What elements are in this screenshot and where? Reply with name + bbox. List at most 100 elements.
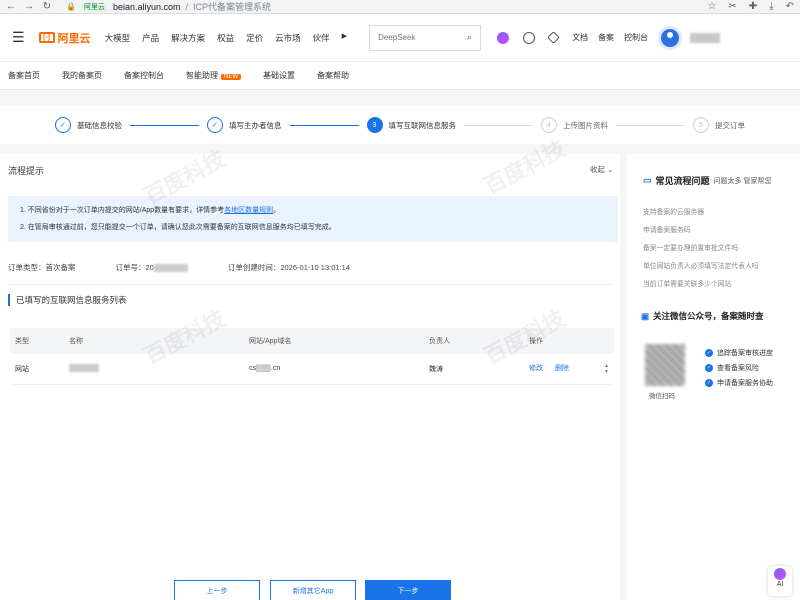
nav-item[interactable]: 定价 [246,32,263,44]
subnav-console[interactable]: 备案控制台 [124,70,164,81]
follow-title: 关注微信公众号，备案随时查 [653,311,764,321]
subnav-assistant-label: 智能助理 [186,71,218,80]
site-tag: 阿里云 [80,1,108,12]
star-icon[interactable]: ☆ [707,1,716,12]
faq-title: 常见流程问题 [655,176,710,186]
docs-link[interactable]: 文档 [572,32,588,43]
order-number: 订单号：20 [116,262,188,273]
faq-item[interactable]: 支持备案的云服务器 [643,204,798,222]
region-rules-link[interactable]: 各地区数量规则 [224,207,273,214]
nav-item[interactable]: 伙伴 [313,32,330,44]
search-icon[interactable]: ⌕ [467,32,472,43]
lock-icon: 🔒 [66,2,76,11]
faq-item[interactable]: 单位网站负责人必须填写法定代表人吗 [643,258,798,276]
notice-text: 。 [273,207,281,214]
ai-assistant-button[interactable]: AI [768,566,792,596]
cell-actions: 修改 删除 ▲ ▼ [524,354,614,385]
cell-name [64,354,244,385]
faq-list: 支持备案的云服务器 申请备案服务码 备案一定要办理前置审批文件吗 单位网站负责人… [643,204,798,294]
step-label: 基础信息校验 [77,120,122,130]
divider [8,284,612,285]
new-badge: NEW [221,74,241,80]
nav-item[interactable]: 权益 [217,32,234,44]
progress-steps: ✓ 基础信息校验 ✓ 填写主办者信息 3 填写互联网信息服务 4 上传图片资料 … [0,106,800,144]
forward-icon[interactable]: → [24,1,34,12]
order-meta: 订单类型：首次备案 订单号：20 订单创建时间：2026-01-10 13:01… [8,262,390,273]
subnav-assistant[interactable]: 智能助理 NEW [186,70,241,81]
add-app-button[interactable]: 新增其它App [270,580,356,600]
nav-more-icon[interactable]: ▶ [342,32,347,44]
ai-assistant-icon[interactable] [497,31,510,44]
notice-text: 1. 不同省份对于一次订单内提交的网站/App数量有要求，详情参考 [20,207,225,214]
scroll-arrows-icon[interactable]: ▲ ▼ [604,363,609,375]
address-bar[interactable]: 🔒 阿里云 beian.aliyun.com / ICP代备案管理系统 [66,0,271,13]
table-header-row: 类型 名称 网站/App域名 负责人 操作 [10,328,614,354]
nav-item[interactable]: 产品 [142,32,159,44]
benefit-item: ✓ 申请备案服务协助 [705,376,773,391]
prev-button[interactable]: 上一步 [174,580,260,600]
search-box: ⌕ [369,24,482,51]
support-icon[interactable] [523,31,536,44]
faq-item[interactable]: 当前订单需要关联多少个网站 [643,276,798,294]
step-connector [464,124,533,126]
services-title: 已填写的互联网信息服务列表 [8,294,127,306]
subnav-home[interactable]: 备案首页 [8,70,40,81]
order-type: 订单类型：首次备案 [8,263,76,272]
col-owner: 负责人 [424,328,524,354]
back-icon[interactable]: ← [6,1,16,12]
faq-item[interactable]: 备案一定要办理前置审批文件吗 [643,240,798,258]
step-1: ✓ 基础信息校验 [55,117,122,133]
aliyun-logo[interactable]: [-] 阿里云 [38,30,91,46]
name-redacted [69,363,99,372]
top-icons [497,31,560,44]
cell-type: 网站 [10,354,64,385]
undo-icon[interactable]: ↶ [786,1,794,12]
collapse-toggle[interactable]: 收起 ⌄ [590,164,613,175]
nav-item[interactable]: 大模型 [105,32,131,44]
edit-button[interactable]: 修改 [529,365,543,372]
check-icon: ✓ [705,364,713,373]
order-number-label: 订单号：20 [115,263,154,272]
cell-owner: 魏涛 [424,354,524,385]
step-label: 填写互联网信息服务 [388,120,457,130]
subnav-my-beian[interactable]: 我的备案页 [62,70,102,81]
order-time: 订单创建时间：2026-01-10 13:01:14 [227,263,350,272]
subnav-help[interactable]: 备案帮助 [317,70,349,81]
next-button[interactable]: 下一步 [365,580,451,600]
chat-icon: ▭ [643,175,652,185]
subnav-settings[interactable]: 基础设置 [263,70,295,81]
url-host: beian.aliyun.com [112,1,181,12]
table-row: 网站 cs▒▒▒.cn 魏涛 修改 删除 ▲ ▼ [10,354,614,385]
console-link[interactable]: 控制台 [624,32,648,43]
puzzle-icon[interactable]: ✚ [749,1,757,12]
download-icon[interactable]: ⤓ [769,1,773,12]
beian-link[interactable]: 备案 [598,32,614,43]
main-panel: 流程提示 收起 ⌄ 1. 不同省份对于一次订单内提交的网站/App数量有要求，详… [0,154,620,600]
sub-nav: 备案首页 我的备案页 备案控制台 智能助理 NEW 基础设置 备案帮助 [0,62,800,90]
logo-text: 阿里云 [57,32,91,45]
benefit-item: ✓ 追踪备案审核进度 [705,346,773,361]
browser-actions: ☆ ✂ ✚ ⤓ ↶ [707,1,794,12]
notice-line-1: 1. 不同省份对于一次订单内提交的网站/App数量有要求，详情参考各地区数量规则… [20,202,606,219]
top-nav: 大模型 产品 解决方案 权益 定价 云市场 伙伴 ▶ [105,32,348,44]
notification-icon[interactable] [547,31,560,44]
wechat-icon: ▣ [641,310,650,321]
search-input[interactable] [378,33,459,42]
top-header: ☰ [-] 阿里云 大模型 产品 解决方案 权益 定价 云市场 伙伴 ▶ ⌕ 文… [0,14,800,62]
avatar[interactable] [658,25,683,50]
follow-header: ▣ 关注微信公众号，备案随时查 [641,310,764,322]
browser-toolbar: ← → ↻ 🔒 阿里云 beian.aliyun.com / ICP代备案管理系… [0,0,800,14]
nav-item[interactable]: 云市场 [275,32,301,44]
menu-icon[interactable]: ☰ [12,29,25,46]
faq-item[interactable]: 申请备案服务码 [643,222,798,240]
delete-button[interactable]: 删除 [555,365,569,372]
username-redacted [690,32,721,43]
col-name: 名称 [64,328,244,354]
cut-icon[interactable]: ✂ [728,1,736,12]
nav-item[interactable]: 解决方案 [171,32,205,44]
faq-header: ▭ 常见流程问题 问题太多 管家帮您 [643,174,771,187]
reload-icon[interactable]: ↻ [42,1,52,12]
faq-subtitle[interactable]: 问题太多 管家帮您 [714,176,772,186]
collapse-label: 收起 [590,165,605,174]
step-check-icon: ✓ [207,117,223,133]
